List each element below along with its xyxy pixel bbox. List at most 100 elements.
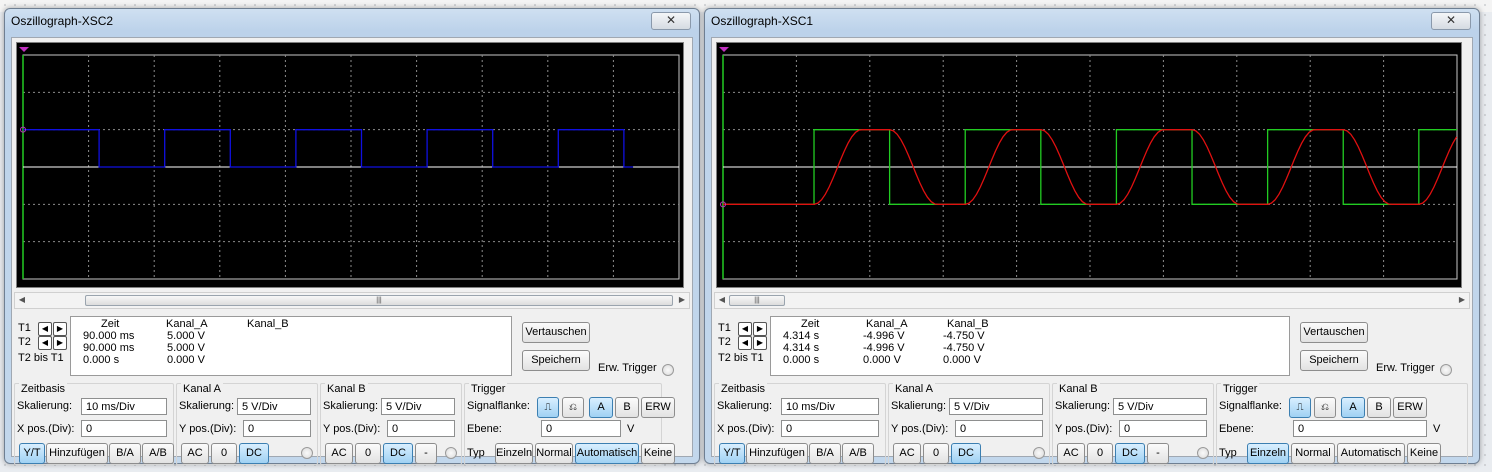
kanal-b-ypos-field[interactable]: 0 xyxy=(387,420,455,437)
scroll-thumb[interactable]: ||| xyxy=(85,295,673,306)
kanal-a-coupling-ac[interactable]: AC xyxy=(893,443,921,464)
kanal-b-value: 0.000 V xyxy=(943,354,981,366)
cursor-label: T2 bis T1 xyxy=(718,352,764,364)
trigger-source-a[interactable]: A xyxy=(1341,397,1365,418)
timebase-xpos-field[interactable]: 0 xyxy=(81,420,167,437)
swap-button[interactable]: Vertauschen xyxy=(1300,322,1368,343)
horizontal-scrollbar[interactable]: ◀ ▶ ||| xyxy=(14,292,690,309)
ext-trigger-label: Erw. Trigger xyxy=(598,362,657,374)
title-bar[interactable]: Oszillograph-XSC1 ✕ xyxy=(705,9,1479,33)
save-button[interactable]: Speichern xyxy=(1300,350,1368,371)
timebase-mode-y-t[interactable]: Y/T xyxy=(19,443,45,464)
cursor-left-arrow[interactable]: ◀ xyxy=(738,322,752,336)
kanal-b-radio[interactable] xyxy=(1197,447,1209,459)
kanal-b-ypos-field[interactable]: 0 xyxy=(1119,420,1207,437)
trigger-type-normal[interactable]: Normal xyxy=(535,443,573,464)
trigger-type-automatisch[interactable]: Automatisch xyxy=(575,443,639,464)
trigger-type-einzeln[interactable]: Einzeln xyxy=(1247,443,1289,464)
trigger-level-label: Ebene: xyxy=(1219,423,1254,435)
kanal-a-coupling-gnd[interactable]: 0 xyxy=(923,443,949,464)
scroll-right-arrow[interactable]: ▶ xyxy=(1456,294,1468,306)
trigger-type-automatisch[interactable]: Automatisch xyxy=(1337,443,1405,464)
zeit-value: 0.000 s xyxy=(783,354,820,366)
falling-edge-button[interactable]: ⎌ xyxy=(562,397,584,418)
kanal-b-header: Kanal_B xyxy=(247,318,289,330)
kanal-a-radio[interactable] xyxy=(1033,447,1045,459)
trigger-source-a[interactable]: A xyxy=(589,397,613,418)
kanal-b-scale-field[interactable]: 5 V/Div xyxy=(1113,398,1207,415)
kanal-a-coupling-dc[interactable]: DC xyxy=(951,443,981,464)
trigger-marker[interactable] xyxy=(719,47,729,52)
kanal-b-coupling-ac[interactable]: AC xyxy=(1057,443,1085,464)
kanal-a-scale-field[interactable]: 5 V/Div xyxy=(949,398,1043,415)
timebase-mode-b-a[interactable]: B/A xyxy=(109,443,141,464)
ext-trigger-radio[interactable] xyxy=(662,364,674,376)
timebase-scale-field[interactable]: 10 ms/Div xyxy=(781,398,879,415)
cursor-right-arrow[interactable]: ▶ xyxy=(753,336,767,350)
scroll-left-arrow[interactable]: ◀ xyxy=(16,294,28,306)
zeit-value: 0.000 s xyxy=(83,354,120,366)
kanal-a-ypos-field[interactable]: 0 xyxy=(243,420,311,437)
scroll-right-arrow[interactable]: ▶ xyxy=(676,294,688,306)
kanal-b-group: Kanal B Skalierung: 5 V/Div Y pos.(Div): 0 AC… xyxy=(320,383,462,465)
trigger-source-b[interactable]: B xyxy=(1367,397,1391,418)
scope-panel: ◀ ▶ ||| T1 ◀ ▶ T2 ◀ ▶ T2 bis T1 Zeit Kanal_A Kanal_B… xyxy=(11,37,693,465)
timebase-mode-y-t[interactable]: Y/T xyxy=(719,443,745,464)
timebase-mode-a-b[interactable]: A/B xyxy=(142,443,174,464)
cursor-left-arrow[interactable]: ◀ xyxy=(38,322,52,336)
timebase-mode-hinzufügen[interactable]: Hinzufügen xyxy=(746,443,808,464)
cursor-right-arrow[interactable]: ▶ xyxy=(53,322,67,336)
rising-edge-button[interactable]: ⎍ xyxy=(1289,397,1311,418)
cursor-left-arrow[interactable]: ◀ xyxy=(38,336,52,350)
kanal-b-radio[interactable] xyxy=(445,447,457,459)
kanal-b-title: Kanal B xyxy=(1057,383,1100,395)
kanal-a-coupling-gnd[interactable]: 0 xyxy=(211,443,237,464)
trigger-type-einzeln[interactable]: Einzeln xyxy=(495,443,533,464)
close-button[interactable]: ✕ xyxy=(1431,12,1471,30)
kanal-a-ypos-field[interactable]: 0 xyxy=(955,420,1043,437)
trigger-level-field[interactable]: 0 xyxy=(1293,420,1427,437)
rising-edge-button[interactable]: ⎍ xyxy=(537,397,559,418)
trigger-type-normal[interactable]: Normal xyxy=(1291,443,1335,464)
scroll-thumb[interactable]: ||| xyxy=(729,295,785,306)
kanal-b-coupling-dc[interactable]: DC xyxy=(1115,443,1145,464)
timebase-title: Zeitbasis xyxy=(719,383,768,395)
kanal-b-coupling-dc[interactable]: DC xyxy=(383,443,413,464)
trigger-marker[interactable] xyxy=(19,47,29,52)
trigger-source-erw[interactable]: ERW xyxy=(641,397,675,418)
trigger-source-b[interactable]: B xyxy=(615,397,639,418)
trigger-type-keine[interactable]: Keine xyxy=(641,443,675,464)
timebase-xpos-field[interactable]: 0 xyxy=(781,420,879,437)
cursor-right-arrow[interactable]: ▶ xyxy=(53,336,67,350)
kanal-b-coupling-gnd[interactable]: 0 xyxy=(355,443,381,464)
title-bar[interactable]: Oszillograph-XSC2 ✕ xyxy=(5,9,699,33)
cursor-right-arrow[interactable]: ▶ xyxy=(753,322,767,336)
timebase-mode-hinzufügen[interactable]: Hinzufügen xyxy=(46,443,108,464)
cursor-left-arrow[interactable]: ◀ xyxy=(738,336,752,350)
kanal-b-coupling-ac[interactable]: AC xyxy=(325,443,353,464)
kanal-a-coupling-dc[interactable]: DC xyxy=(239,443,269,464)
kanal-a-scale-field[interactable]: 5 V/Div xyxy=(237,398,311,415)
scroll-left-arrow[interactable]: ◀ xyxy=(716,294,728,306)
oscilloscope-window: Oszillograph-XSC1 ✕ ◀ ▶ ||| T1 ◀ ▶ T2 ◀ ▶ T2 bis T1… xyxy=(704,8,1480,465)
trigger-source-erw[interactable]: ERW xyxy=(1393,397,1427,418)
cursor-label: T1 xyxy=(718,322,731,334)
timebase-scale-field[interactable]: 10 ms/Div xyxy=(81,398,167,415)
ext-trigger-radio[interactable] xyxy=(1440,364,1452,376)
trigger-type-keine[interactable]: Keine xyxy=(1407,443,1441,464)
close-button[interactable]: ✕ xyxy=(651,12,691,30)
horizontal-scrollbar[interactable]: ◀ ▶ ||| xyxy=(714,292,1470,309)
swap-button[interactable]: Vertauschen xyxy=(522,322,590,343)
kanal-a-coupling-ac[interactable]: AC xyxy=(181,443,209,464)
kanal-b-coupling-minus[interactable]: - xyxy=(1147,443,1169,464)
kanal-a-header: Kanal_A xyxy=(166,318,208,330)
timebase-mode-a-b[interactable]: A/B xyxy=(842,443,874,464)
kanal-b-coupling-minus[interactable]: - xyxy=(415,443,437,464)
falling-edge-button[interactable]: ⎌ xyxy=(1314,397,1336,418)
trigger-level-field[interactable]: 0 xyxy=(541,420,621,437)
kanal-a-radio[interactable] xyxy=(301,447,313,459)
kanal-b-coupling-gnd[interactable]: 0 xyxy=(1087,443,1113,464)
timebase-mode-b-a[interactable]: B/A xyxy=(809,443,841,464)
kanal-b-scale-field[interactable]: 5 V/Div xyxy=(381,398,455,415)
save-button[interactable]: Speichern xyxy=(522,350,590,371)
